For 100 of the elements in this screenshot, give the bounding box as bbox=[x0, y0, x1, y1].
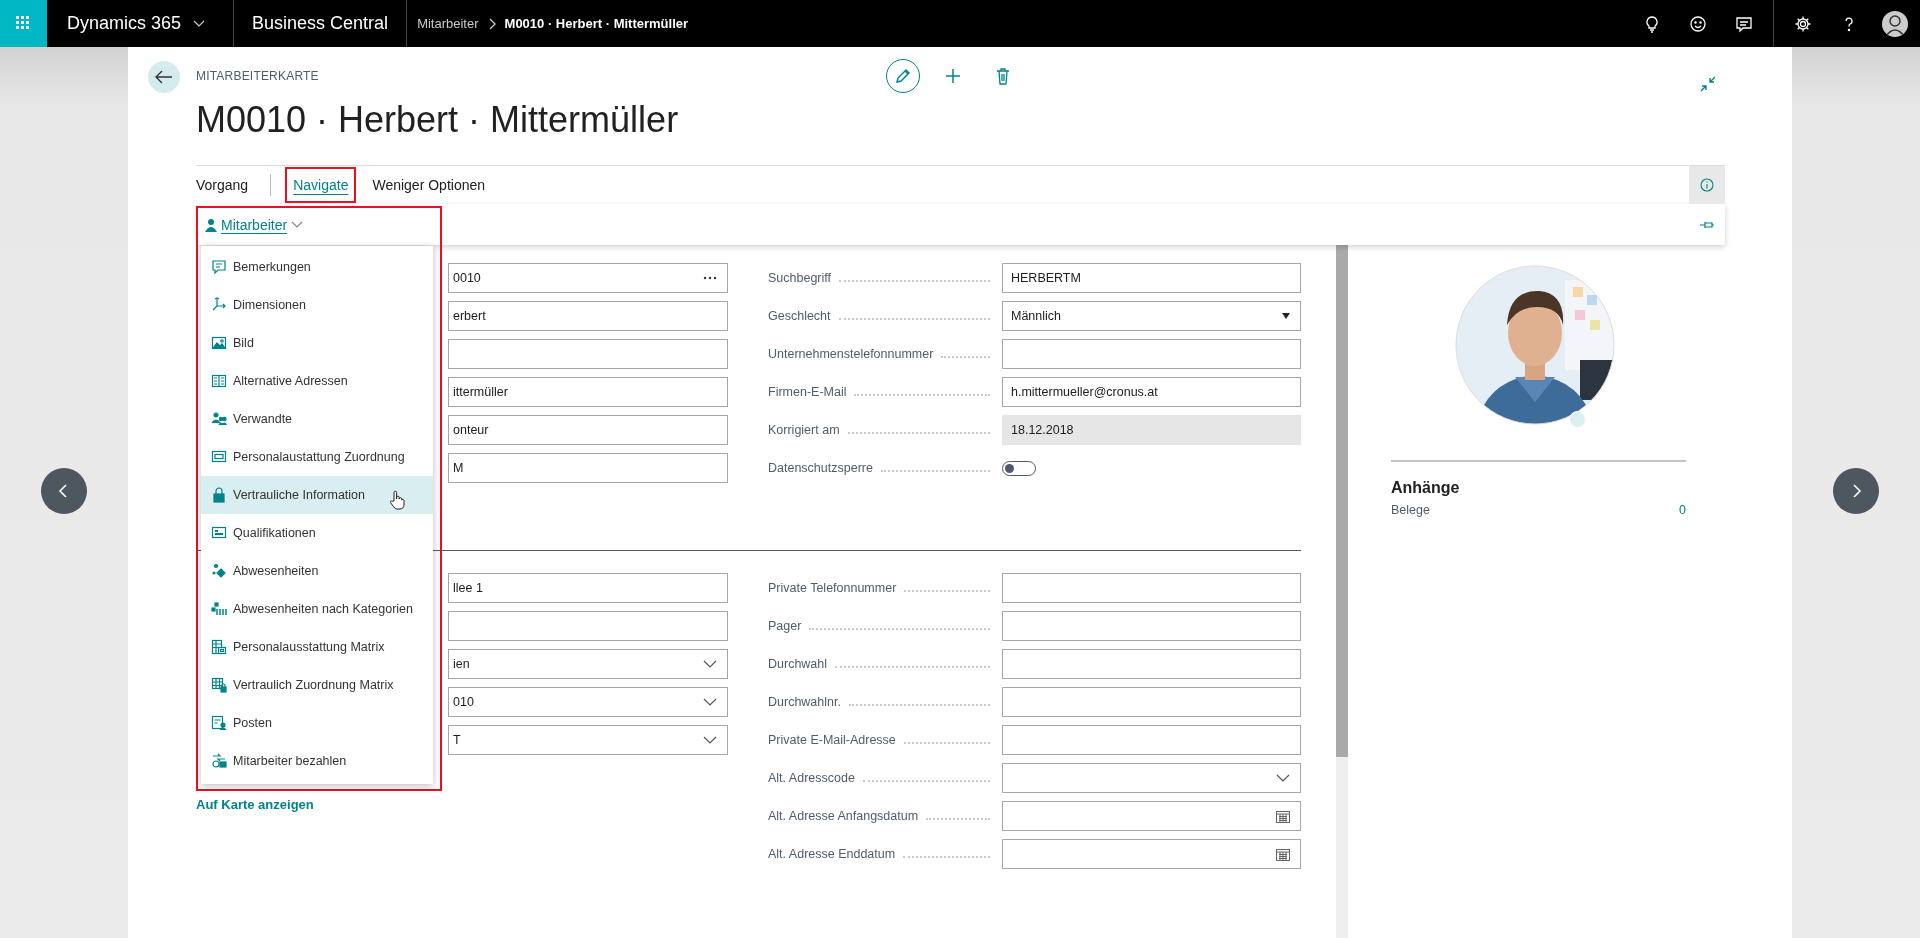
factbox-title: Anhänge bbox=[1391, 479, 1461, 497]
input-field[interactable] bbox=[1002, 611, 1301, 641]
menu-item[interactable]: Abwesenheiten bbox=[201, 552, 433, 590]
input-field[interactable]: Männlich bbox=[1002, 301, 1301, 331]
trash-icon bbox=[996, 67, 1010, 85]
grid-icon bbox=[211, 639, 227, 655]
address-book-icon bbox=[211, 373, 227, 389]
menu-item[interactable]: Abwesenheiten nach Kategorien bbox=[201, 590, 433, 628]
info-icon bbox=[1700, 178, 1714, 192]
menu-item[interactable]: Bild bbox=[201, 324, 433, 362]
input-field[interactable] bbox=[1002, 339, 1301, 369]
app-name-menu[interactable]: Dynamics 365 bbox=[67, 13, 206, 34]
submenu-button[interactable]: Mitarbeiter bbox=[197, 216, 304, 233]
field-label: Korrigiert am bbox=[768, 423, 840, 437]
field-label: Geschlecht bbox=[768, 309, 831, 323]
caret-icon bbox=[1282, 313, 1290, 319]
field-label: Durchwahlnr. bbox=[768, 695, 841, 709]
field-label: Suchbegriff bbox=[768, 271, 831, 285]
input-field[interactable]: 0010 bbox=[448, 263, 728, 293]
breadcrumb-link[interactable]: Mitarbeiter bbox=[417, 16, 479, 31]
menu-item[interactable]: Posten bbox=[201, 704, 433, 742]
people-icon bbox=[211, 411, 227, 427]
scrollbar[interactable] bbox=[1336, 245, 1348, 938]
field-label: Firmen-E-Mail bbox=[768, 385, 847, 399]
payment-icon bbox=[211, 753, 227, 769]
input-field[interactable]: erbert bbox=[448, 301, 728, 331]
input-field[interactable]: h.mittermueller@cronus.at bbox=[1002, 377, 1301, 407]
field-label: Datenschutzsperre bbox=[768, 461, 873, 475]
previous-button[interactable] bbox=[41, 467, 87, 514]
input-field[interactable] bbox=[1002, 725, 1301, 755]
menu-item[interactable]: Mitarbeiter bezahlen bbox=[201, 742, 433, 780]
pin-icon bbox=[1699, 219, 1715, 230]
input-field[interactable]: ien bbox=[448, 649, 728, 679]
settings-icon bbox=[1794, 14, 1812, 33]
chevron-down-icon bbox=[193, 19, 206, 28]
chevron-down-icon bbox=[703, 660, 717, 668]
menu-item[interactable]: Dimensionen bbox=[201, 286, 433, 324]
input-field[interactable]: T bbox=[448, 725, 728, 755]
chevron-down-icon bbox=[703, 698, 717, 706]
back-button[interactable] bbox=[148, 61, 180, 93]
map-link[interactable]: Auf Karte anzeigen bbox=[196, 797, 314, 812]
menu-item[interactable]: Verwandte bbox=[201, 400, 433, 438]
field-label: Alt. Adresse Enddatum bbox=[768, 847, 896, 861]
input-field[interactable]: llee 1 bbox=[448, 573, 728, 603]
grid-lock-icon bbox=[211, 677, 227, 693]
product-name: Business Central bbox=[251, 13, 390, 34]
input-field[interactable] bbox=[1002, 763, 1301, 793]
input-field[interactable] bbox=[448, 339, 728, 369]
menu-item[interactable]: Personalausstattung Matrix bbox=[201, 628, 433, 666]
menu-item[interactable]: Vertrauliche Information bbox=[201, 476, 433, 514]
action-tab[interactable]: Vorgang bbox=[188, 167, 257, 203]
person-icon bbox=[205, 217, 217, 232]
input-field[interactable] bbox=[1002, 687, 1301, 717]
breadcrumb-link[interactable]: M0010 · Herbert · Mittermüller bbox=[504, 16, 689, 31]
info-button[interactable] bbox=[1689, 166, 1725, 204]
menu-item[interactable]: Alternative Adressen bbox=[201, 362, 433, 400]
input-field[interactable] bbox=[1002, 839, 1301, 869]
certificate-icon bbox=[211, 525, 227, 541]
input-field[interactable]: 010 bbox=[448, 687, 728, 717]
action-tab[interactable]: Weniger Optionen bbox=[364, 167, 494, 203]
menu-item[interactable]: Qualifikationen bbox=[201, 514, 433, 552]
document-person-icon bbox=[211, 715, 227, 731]
chevron-down-icon bbox=[291, 220, 304, 229]
more-icon bbox=[703, 276, 717, 280]
menu-item[interactable]: Vertraulich Zuordnung Matrix bbox=[201, 666, 433, 704]
collapse-icon bbox=[1700, 76, 1716, 92]
lock-icon bbox=[211, 487, 227, 503]
calendar-icon bbox=[1276, 809, 1290, 823]
field-label: Private E-Mail-Adresse bbox=[768, 733, 896, 747]
menu-item[interactable]: Personalaustattung Zuordnung bbox=[201, 438, 433, 476]
field-label: Durchwahl bbox=[768, 657, 828, 671]
input-field[interactable] bbox=[1002, 801, 1301, 831]
status-dot bbox=[1568, 411, 1586, 428]
chevron-down-icon bbox=[703, 736, 717, 744]
field-label: Pager bbox=[768, 619, 802, 633]
input-field: 18.12.2018 bbox=[1002, 415, 1301, 445]
count-link[interactable]: 0 bbox=[1679, 503, 1686, 517]
user-avatar[interactable] bbox=[1882, 10, 1908, 37]
dimensions-icon bbox=[211, 297, 227, 313]
input-field[interactable]: HERBERTM bbox=[1002, 263, 1301, 293]
hand-cursor-icon bbox=[389, 490, 405, 510]
action-tab[interactable]: Navigate bbox=[285, 167, 357, 203]
comment-icon bbox=[211, 259, 227, 275]
input-field[interactable]: ittermüller bbox=[448, 377, 728, 407]
input-field[interactable]: onteur bbox=[448, 415, 728, 445]
page-caption: MITARBEITERKARTE bbox=[196, 69, 319, 83]
image-icon bbox=[211, 335, 227, 351]
input-field[interactable] bbox=[448, 611, 728, 641]
pencil-icon bbox=[894, 67, 912, 85]
input-field[interactable]: M bbox=[448, 453, 728, 483]
chevron-down-icon bbox=[1276, 774, 1290, 782]
next-button[interactable] bbox=[1833, 467, 1879, 514]
input-field[interactable] bbox=[1002, 649, 1301, 679]
field-label: Private Telefonnummer bbox=[768, 581, 897, 595]
app-launcher-button[interactable] bbox=[0, 0, 47, 47]
input-field[interactable] bbox=[1002, 573, 1301, 603]
lightbulb-icon bbox=[1643, 14, 1661, 33]
page-title: M0010 · Herbert · Mittermüller bbox=[196, 99, 679, 141]
menu-item[interactable]: Bemerkungen bbox=[201, 248, 433, 286]
field-label: Unternehmenstelefonnummer bbox=[768, 347, 934, 361]
